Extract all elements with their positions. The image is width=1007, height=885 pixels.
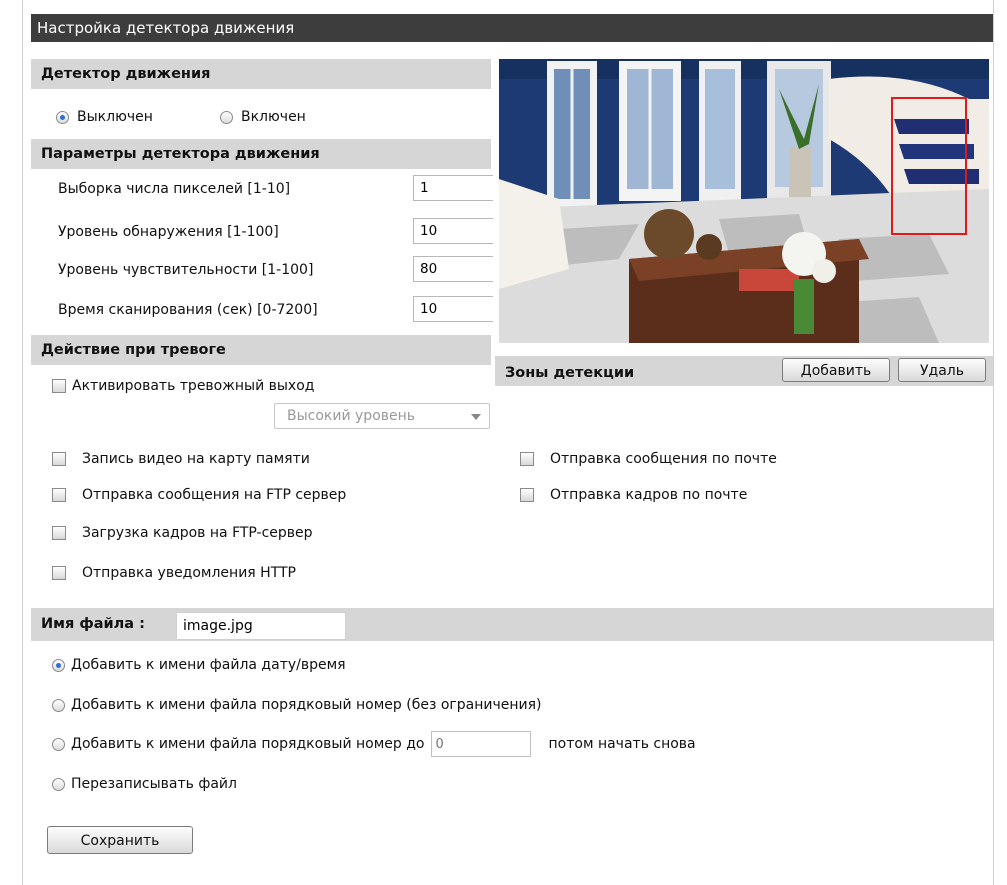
ftp-message-checkbox[interactable] xyxy=(52,488,66,502)
pixel-sample-input[interactable] xyxy=(413,175,493,201)
activate-alarm-output-option[interactable]: Активировать тревожный выход xyxy=(52,378,314,394)
alarm-action-header: Действие при тревоге xyxy=(31,335,491,365)
append-sequence-limit-label: Добавить к имени файла порядковый номер … xyxy=(71,736,425,752)
overwrite-file-option[interactable]: Перезаписывать файл xyxy=(52,776,237,792)
record-to-sd-label: Запись видео на карту памяти xyxy=(82,451,310,467)
ftp-upload-checkbox[interactable] xyxy=(52,526,66,540)
filename-input[interactable] xyxy=(176,612,346,640)
ftp-message-option[interactable]: Отправка сообщения на FTP сервер xyxy=(52,487,346,503)
email-message-checkbox[interactable] xyxy=(520,452,534,466)
overwrite-file-label: Перезаписывать файл xyxy=(71,776,237,792)
camera-preview[interactable] xyxy=(495,55,993,347)
http-notify-option[interactable]: Отправка уведомления HTTP xyxy=(52,565,296,581)
alarm-level-select[interactable]: Высокий уровень xyxy=(274,403,490,429)
sensitivity-level-label: Уровень чувствительности [1-100] xyxy=(58,262,314,278)
motion-on-label: Включен xyxy=(241,109,306,125)
ftp-upload-option[interactable]: Загрузка кадров на FTP-сервер xyxy=(52,525,313,541)
chevron-down-icon xyxy=(471,414,481,420)
append-sequence-radio[interactable] xyxy=(52,698,65,712)
motion-off-label: Выключен xyxy=(77,109,153,125)
ftp-upload-label: Загрузка кадров на FTP-сервер xyxy=(82,525,313,541)
left-border xyxy=(22,0,23,885)
record-to-sd-option[interactable]: Запись видео на карту памяти xyxy=(52,451,310,467)
email-frames-label: Отправка кадров по почте xyxy=(550,487,748,503)
motion-off-radio[interactable] xyxy=(56,110,69,124)
motion-detector-header: Детектор движения xyxy=(31,59,491,89)
camera-frame[interactable] xyxy=(499,59,989,343)
restart-suffix-label: потом начать снова xyxy=(548,736,696,752)
email-frames-checkbox[interactable] xyxy=(520,488,534,502)
sequence-limit-input[interactable] xyxy=(430,731,531,757)
alarm-level-value: Высокий уровень xyxy=(287,408,416,424)
detection-level-input[interactable] xyxy=(413,218,493,244)
motion-on-radio[interactable] xyxy=(220,110,233,124)
scan-time-input[interactable] xyxy=(413,296,493,322)
motion-off-option[interactable]: Выключен xyxy=(56,109,153,125)
activate-alarm-output-label: Активировать тревожный выход xyxy=(72,378,315,394)
record-to-sd-checkbox[interactable] xyxy=(52,452,66,466)
pixel-sample-label: Выборка числа пикселей [1-10] xyxy=(58,181,291,197)
motion-on-option[interactable]: Включен xyxy=(220,109,306,125)
append-sequence-option[interactable]: Добавить к имени файла порядковый номер … xyxy=(52,697,542,713)
add-zone-button[interactable]: Добавить xyxy=(782,358,890,382)
append-datetime-radio[interactable] xyxy=(52,658,65,672)
http-notify-label: Отправка уведомления HTTP xyxy=(82,565,296,581)
http-notify-checkbox[interactable] xyxy=(52,566,66,580)
right-border xyxy=(993,0,994,885)
activate-alarm-output-checkbox[interactable] xyxy=(52,379,66,393)
page-title: Настройка детектора движения xyxy=(31,14,993,42)
append-datetime-option[interactable]: Добавить к имени файла дату/время xyxy=(52,657,346,673)
sensitivity-level-input[interactable] xyxy=(413,256,493,282)
email-message-label: Отправка сообщения по почте xyxy=(550,451,777,467)
overwrite-file-radio[interactable] xyxy=(52,777,65,791)
filename-label: Имя файла : xyxy=(41,616,145,632)
append-sequence-label: Добавить к имени файла порядковый номер … xyxy=(71,697,542,713)
detection-level-label: Уровень обнаружения [1-100] xyxy=(58,224,279,240)
detector-params-header: Параметры детектора движения xyxy=(31,139,491,169)
append-sequence-limit-radio[interactable] xyxy=(52,737,65,751)
detection-zones-label: Зоны детекции xyxy=(505,365,635,381)
email-frames-option[interactable]: Отправка кадров по почте xyxy=(520,487,747,503)
append-datetime-label: Добавить к имени файла дату/время xyxy=(71,657,346,673)
email-message-option[interactable]: Отправка сообщения по почте xyxy=(520,451,777,467)
delete-zone-button[interactable]: Удаль xyxy=(898,358,986,382)
ftp-message-label: Отправка сообщения на FTP сервер xyxy=(82,487,347,503)
save-button[interactable]: Сохранить xyxy=(47,826,193,854)
scan-time-label: Время сканирования (сек) [0-7200] xyxy=(58,302,318,318)
detection-zone-box[interactable] xyxy=(891,97,967,235)
append-sequence-limit-option[interactable]: Добавить к имени файла порядковый номер … xyxy=(52,731,696,757)
